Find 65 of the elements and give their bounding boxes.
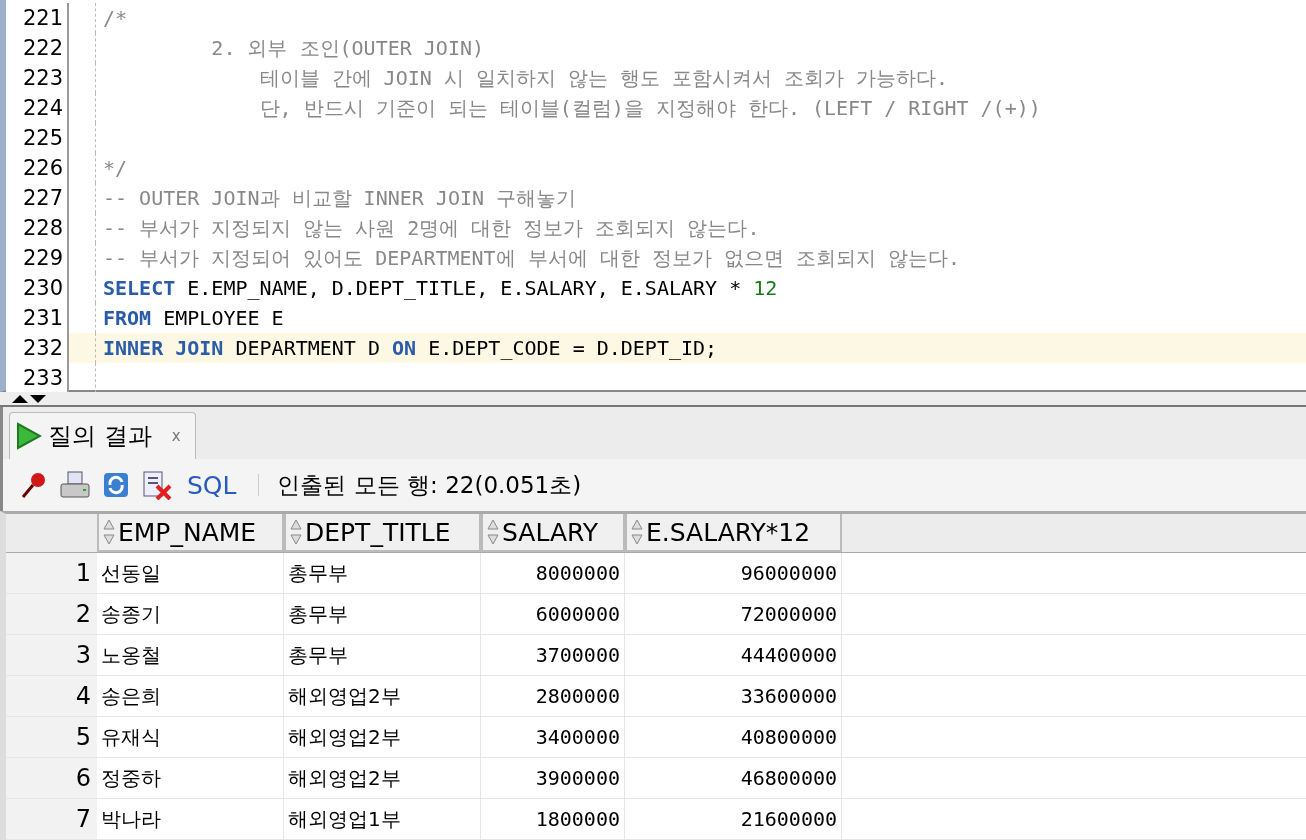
table-cell: 박나라 [97,799,284,839]
table-cell: 선동일 [97,553,284,593]
code-line: INNER JOIN DEPARTMENT D ON E.DEPT_CODE = D.DEPT_ID; [103,336,718,360]
table-cell: 46800000 [625,758,842,798]
code-line: 단, 반드시 기준이 되는 테이블(컬럼)을 지정해야 한다. (LEFT / RIGHT /(+)) [258,94,1041,122]
sort-icon[interactable] [631,519,643,545]
table-cell: 2800000 [481,676,625,716]
code-line: 테이블 간에 JOIN 시 일치하지 않는 행도 포함시켜서 조회가 가능하다. [258,64,949,92]
table-cell: 해외영업2부 [284,758,481,798]
table-cell: 정중하 [97,758,284,798]
table-cell: 44400000 [625,635,842,675]
code-line: -- 부서가 지정되어 있어도 DEPARTMENT에 부서에 대한 정보가 없으면 조회되지 않는다. [103,244,960,272]
row-number: 4 [6,676,97,716]
column-header[interactable]: DEPT_TITLE [284,514,481,552]
table-cell: 해외영업2부 [284,676,481,716]
table-cell: 8000000 [481,553,625,593]
play-icon [16,422,42,450]
table-cell: 3700000 [481,635,625,675]
table-cell: 송종기 [97,594,284,634]
sql-button[interactable]: SQL [183,470,241,500]
row-number: 1 [6,553,97,593]
row-number: 3 [6,635,97,675]
table-cell: 총무부 [284,635,481,675]
query-result-tab[interactable]: 질의 결과 x [9,412,196,459]
row-number: 7 [6,799,97,839]
clear-document-icon[interactable] [141,470,173,500]
table-cell: 6000000 [481,594,625,634]
table-cell: 해외영업1부 [284,799,481,839]
code-line: /* [103,6,128,30]
code-line: -- OUTER JOIN과 비교할 INNER JOIN 구해놓기 [103,184,577,212]
fetch-status: 인출된 모든 행: 22(0.051초) [277,470,582,500]
column-header[interactable]: E.SALARY*12 [625,514,842,552]
table-cell: 유재식 [97,717,284,757]
row-number: 5 [6,717,97,757]
sort-icon[interactable] [487,519,499,545]
sort-icon[interactable] [103,519,115,545]
code-line: -- 부서가 지정되지 않는 사원 2명에 대한 정보가 조회되지 않는다. [103,214,760,242]
table-cell: 72000000 [625,594,842,634]
row-number: 6 [6,758,97,798]
table-cell: 40800000 [625,717,842,757]
table-cell: 송은희 [97,676,284,716]
table-cell: 총무부 [284,594,481,634]
table-cell: 33600000 [625,676,842,716]
close-button[interactable]: x [171,427,181,445]
line-number: 232 [6,333,69,363]
table-cell: 노옹철 [97,635,284,675]
refresh-icon[interactable] [101,470,131,500]
splitter-arrows-icon[interactable] [10,393,48,404]
code-line: SELECT E.EMP_NAME, D.DEPT_TITLE, E.SALARY, E.SALARY * 12 [103,276,778,300]
table-cell: 총무부 [284,553,481,593]
table-cell: 3900000 [481,758,625,798]
printer-icon[interactable] [59,470,91,500]
line-number: 233 [6,363,69,393]
column-header[interactable]: SALARY [481,514,625,552]
table-cell: 1800000 [481,799,625,839]
sort-icon[interactable] [290,519,302,545]
table-cell: 21600000 [625,799,842,839]
code-line: 2. 외부 조인(OUTER JOIN) [210,34,485,62]
table-cell: 해외영업2부 [284,717,481,757]
column-header[interactable]: EMP_NAME [97,514,284,552]
table-cell: 3400000 [481,717,625,757]
code-line: FROM EMPLOYEE E [103,306,284,330]
row-number: 2 [6,594,97,634]
code-line: */ [103,156,128,180]
table-cell: 96000000 [625,553,842,593]
